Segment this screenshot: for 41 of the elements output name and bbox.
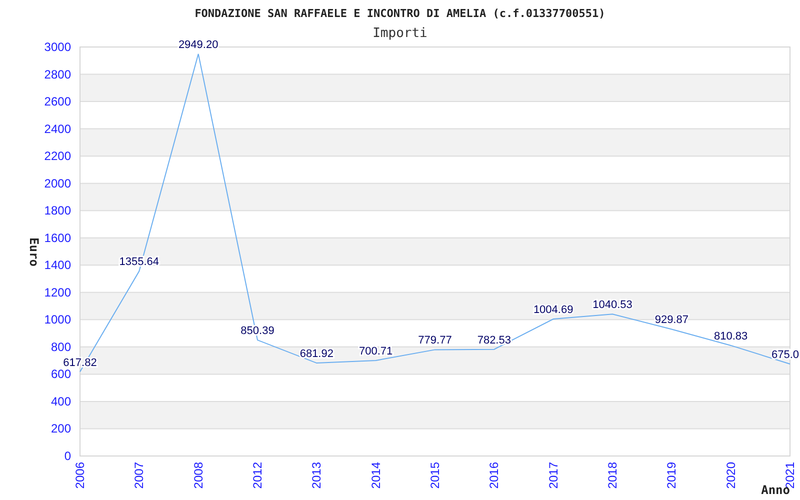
y-tick-label: 2000 xyxy=(44,176,71,190)
y-tick-label: 1800 xyxy=(44,204,71,218)
y-tick-label: 2400 xyxy=(44,122,71,136)
x-tick-label: 2012 xyxy=(250,462,264,489)
x-tick-label: 2020 xyxy=(724,462,738,489)
y-tick-label: 0 xyxy=(64,449,71,463)
y-tick-label: 1400 xyxy=(44,258,71,272)
data-label: 929.87 xyxy=(654,314,688,326)
y-tick-label: 600 xyxy=(50,367,71,382)
data-label: 1040.53 xyxy=(592,299,632,312)
y-axis-title: Euro xyxy=(27,238,41,266)
x-tick-label: 2008 xyxy=(191,462,206,489)
x-tick-label: 2007 xyxy=(132,462,146,489)
y-tick-label: 800 xyxy=(50,340,71,354)
data-label: 782.53 xyxy=(477,334,511,346)
y-tick-label: 200 xyxy=(50,422,71,436)
y-tick-label: 1600 xyxy=(44,230,71,245)
data-label: 1004.69 xyxy=(533,304,574,316)
data-label: 2949.20 xyxy=(178,38,218,51)
x-tick-label: 2017 xyxy=(546,462,560,489)
x-tick-label: 2018 xyxy=(606,462,620,489)
data-label: 810.83 xyxy=(714,330,748,342)
x-tick-label: 2016 xyxy=(487,462,502,489)
x-tick-label: 2006 xyxy=(73,462,87,489)
x-tick-label: 2014 xyxy=(368,462,383,489)
y-tick-label: 2600 xyxy=(44,94,71,109)
chart-title: FONDAZIONE SAN RAFFAELE E INCONTRO DI AMELIA (c.f.01337700551) xyxy=(194,7,606,20)
x-tick-label: 2015 xyxy=(428,462,442,489)
data-label: 675.0 xyxy=(771,348,799,361)
y-tick-label: 1200 xyxy=(44,285,71,300)
y-tick-label: 1000 xyxy=(44,312,71,327)
data-label: 779.77 xyxy=(418,334,452,347)
data-label: 700.71 xyxy=(359,345,393,358)
chart-subtitle: Importi xyxy=(372,26,428,41)
x-tick-label: 2013 xyxy=(310,462,324,489)
y-tick-label: 400 xyxy=(50,394,71,408)
y-tick-label: 3000 xyxy=(44,40,71,54)
data-label: 681.92 xyxy=(300,348,334,360)
y-tick-label: 2200 xyxy=(44,149,71,164)
y-tick-label: 2800 xyxy=(44,67,71,82)
x-tick-label: 2019 xyxy=(664,462,679,489)
